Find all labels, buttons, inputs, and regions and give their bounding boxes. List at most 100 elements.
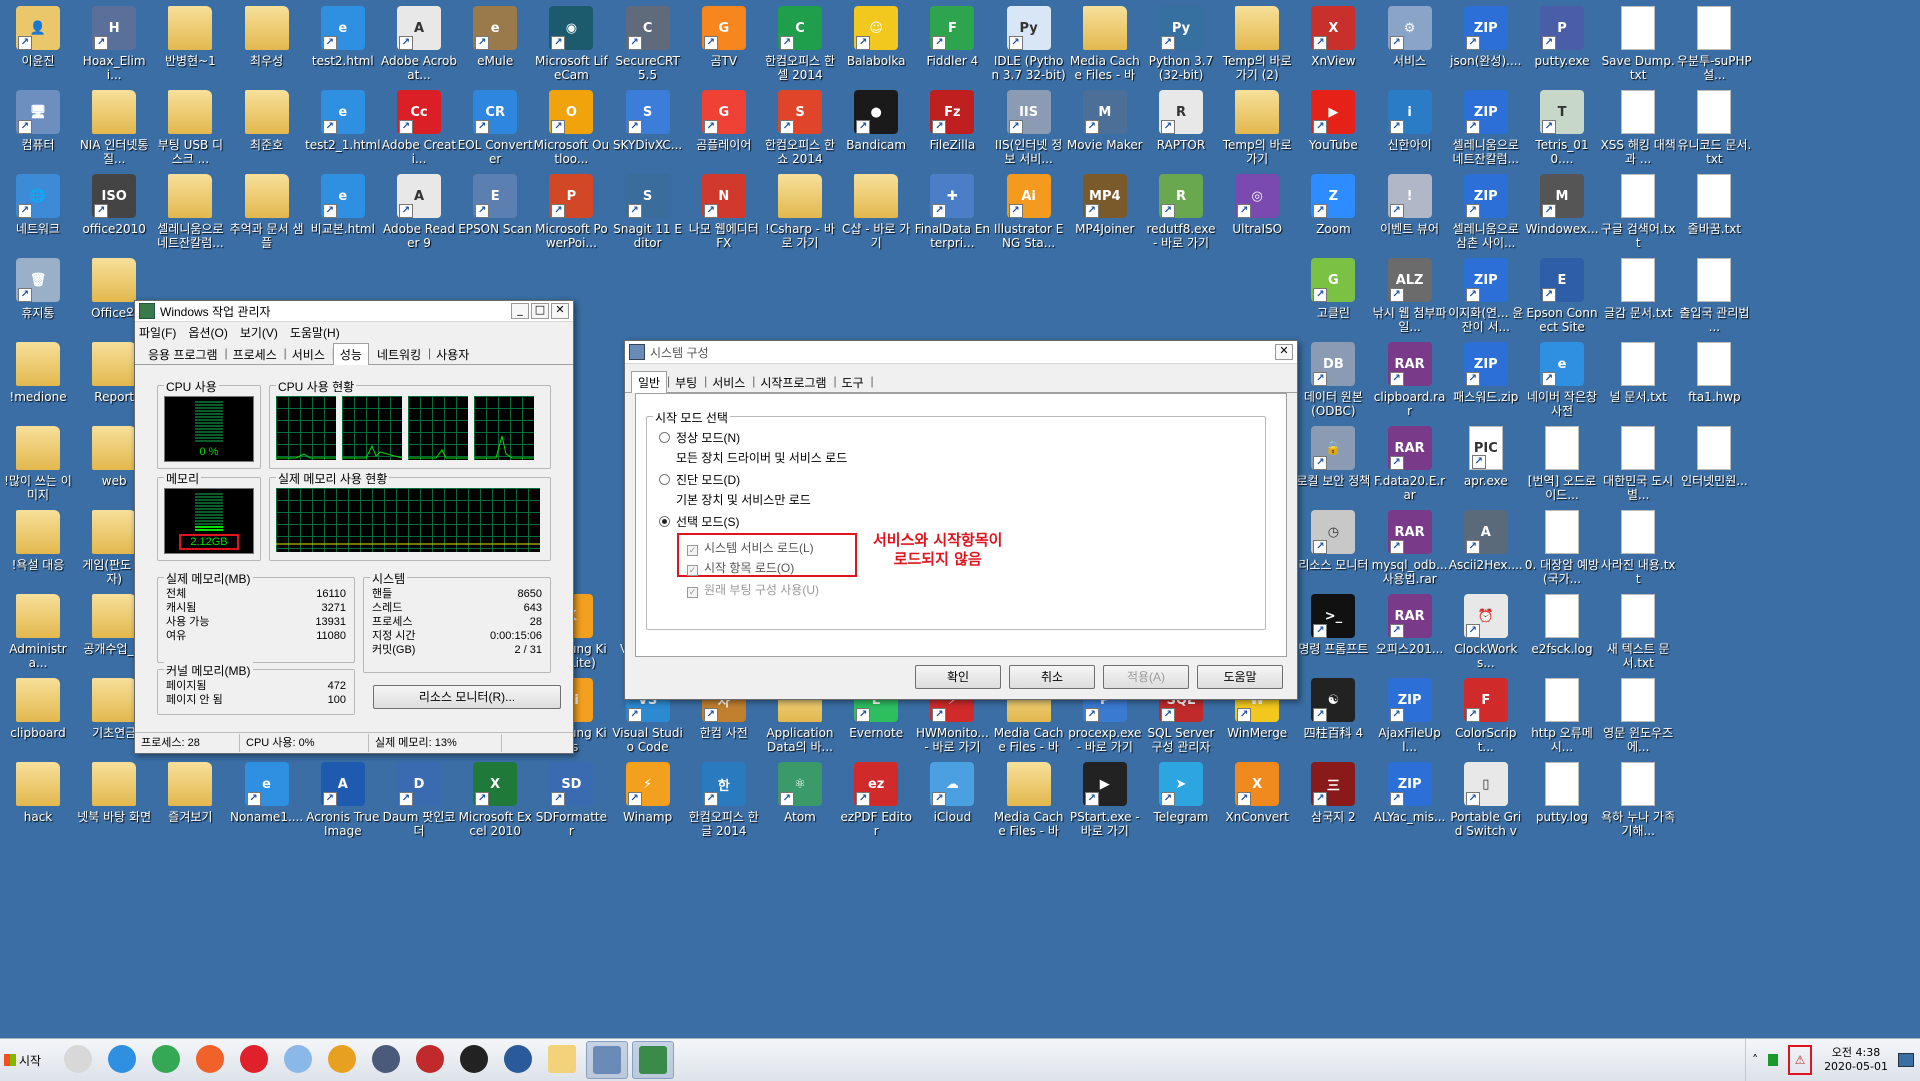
desktop-icon[interactable]: XSS 해킹 대책과 ...	[1600, 90, 1676, 166]
desktop-icon[interactable]: ◷ 리소스 모니터	[1295, 510, 1371, 586]
desktop-icon[interactable]: Media Cache Files - 바로...	[991, 762, 1067, 838]
checkbox-icon[interactable]: ✓	[687, 565, 698, 576]
desktop-icon[interactable]: RAR 오피스201...	[1372, 594, 1448, 670]
desktop-icon[interactable]: 🔒 로컬 보안 정책	[1295, 426, 1371, 502]
taskbar-item[interactable]	[190, 1041, 230, 1077]
desktop-icon[interactable]: Pputty.exe	[1524, 6, 1600, 82]
desktop-icon[interactable]: ◎ UltraISO	[1219, 174, 1295, 250]
desktop-icon[interactable]: e 네이버 작은창 사전	[1524, 342, 1600, 418]
desktop-icon[interactable]: O Microsoft Outloo...	[533, 90, 609, 166]
desktop-icon[interactable]: ⚛ Atom	[762, 762, 838, 838]
desktop-icon[interactable]: Administra...	[0, 594, 76, 670]
radio-normal[interactable]	[659, 432, 670, 443]
desktop-icon[interactable]: clipboard	[0, 678, 76, 754]
desktop-icon[interactable]: Ai Illustrator ENG Sta...	[991, 174, 1067, 250]
desktop-icon[interactable]: 널 문서.txt	[1600, 342, 1676, 418]
desktop-icon[interactable]: i 신한아이	[1372, 90, 1448, 166]
task-manager-titlebar[interactable]: Windows 작업 관리자 _ □ ✕	[135, 301, 573, 322]
desktop-icon[interactable]: 추억과 문서 샘플	[229, 174, 305, 250]
desktop-icon[interactable]: ● Bandicam	[838, 90, 914, 166]
desktop-icon[interactable]: PIC apr.exe	[1448, 426, 1524, 502]
taskbar-item[interactable]	[102, 1041, 142, 1077]
desktop-icon[interactable]: ZIP json(완성)....	[1448, 6, 1524, 82]
tab-users[interactable]: 사용자	[429, 343, 476, 365]
desktop-icon[interactable]: X Microsoft Excel 2010	[457, 762, 533, 838]
desktop-icon[interactable]: Z Zoom	[1295, 174, 1371, 250]
taskbar-item[interactable]	[58, 1041, 98, 1077]
taskbar-item[interactable]	[498, 1041, 538, 1077]
desktop-icon[interactable]: 구글 검색어.txt	[1600, 174, 1676, 250]
desktop-icon[interactable]: Fz FileZilla	[914, 90, 990, 166]
tray-network-icon[interactable]: ⚠	[1788, 1045, 1813, 1075]
taskbar-item[interactable]	[234, 1041, 274, 1077]
tab-networking[interactable]: 네트워킹	[370, 343, 431, 365]
desktop-icon[interactable]: N 나모 웹에디터 FX	[686, 174, 762, 250]
tab-applications[interactable]: 응용 프로그램	[141, 343, 227, 365]
desktop-icon[interactable]: NIA 인터넷통질...	[76, 90, 152, 166]
desktop-icon[interactable]: 유니코드 문서.txt	[1676, 90, 1752, 166]
tab-general[interactable]: 일반	[631, 371, 670, 393]
option-diagnostic[interactable]: 진단 모드(D) 기본 장치 및 서비스만 로드	[659, 471, 811, 508]
desktop-icon[interactable]: C 한컴오피스 한셀 2014	[762, 6, 838, 82]
desktop-icon[interactable]: !medione	[0, 342, 76, 418]
desktop-icon[interactable]: 三 삼국지 2	[1295, 762, 1371, 838]
resource-monitor-button[interactable]: 리소스 모니터(R)...	[373, 685, 561, 709]
desktop-icon[interactable]: RAR F.data20.E.rar	[1372, 426, 1448, 502]
check-load-startup-items[interactable]: ✓ 시작 항목 로드(O)	[687, 559, 794, 576]
minimize-button[interactable]: _	[511, 303, 529, 319]
desktop-icon[interactable]: ! 이벤트 뷰어	[1372, 174, 1448, 250]
desktop-icon[interactable]: H Hoax_Elimi...	[76, 6, 152, 82]
desktop-icon[interactable]: putty.log	[1524, 762, 1600, 838]
desktop-icon[interactable]: ✚ FinalData Enterpri...	[914, 174, 990, 250]
apply-button[interactable]: 적용(A)	[1103, 665, 1189, 689]
desktop-icon[interactable]: Temp의 바로 가기	[1219, 90, 1295, 166]
desktop-icon[interactable]: A Adobe Acrobat...	[381, 6, 457, 82]
desktop-icon[interactable]: ⏰ ClockWorks...	[1448, 594, 1524, 670]
desktop-icon[interactable]: ALZ 낚시 웹 첨부파일...	[1372, 258, 1448, 334]
desktop-icon[interactable]: CR EOL Converter	[457, 90, 533, 166]
tab-boot[interactable]: 부팅	[668, 371, 707, 393]
desktop-icon[interactable]: ☁ iCloud	[914, 762, 990, 838]
desktop-icon[interactable]: e test2.html	[305, 6, 381, 82]
desktop-icon[interactable]: 반병현~1	[152, 6, 228, 82]
desktop-icon[interactable]: ZIP 패스워드.zip	[1448, 342, 1524, 418]
desktop-icon[interactable]: C SecureCRT 5.5	[610, 6, 686, 82]
desktop-icon[interactable]: ZIP ALYac_mis...	[1372, 762, 1448, 838]
desktop-icon[interactable]: G 고클린	[1295, 258, 1371, 334]
desktop-icon[interactable]: G 곰TV	[686, 6, 762, 82]
option-selective[interactable]: 선택 모드(S)	[659, 513, 740, 530]
desktop-icon[interactable]: Media Cache Files - 바로...	[1067, 6, 1143, 82]
desktop-icon[interactable]: ➤ Telegram	[1143, 762, 1219, 838]
tab-startup[interactable]: 시작프로그램	[753, 371, 837, 393]
desktop-icon[interactable]: ZIP 셀레니움으로 네트잔칼럼...	[1448, 90, 1524, 166]
close-button[interactable]: ✕	[1275, 344, 1293, 360]
tab-services[interactable]: 서비스	[285, 343, 335, 365]
desktop-icon[interactable]: 욕하 누나 가족 기해...	[1600, 762, 1676, 838]
taskbar-item[interactable]	[146, 1041, 186, 1077]
desktop-icon[interactable]: R RAPTOR	[1143, 90, 1219, 166]
desktop-icon[interactable]: RAR clipboard.rar	[1372, 342, 1448, 418]
desktop-icon[interactable]: ez ezPDF Editor	[838, 762, 914, 838]
desktop-icon[interactable]: 👤 이윤진	[0, 6, 76, 82]
desktop-icon[interactable]: ☺ Balabolka	[838, 6, 914, 82]
system-config-titlebar[interactable]: 시스템 구성 ✕	[625, 341, 1297, 364]
desktop-icon[interactable]: 우분투-suPHP 설...	[1676, 6, 1752, 82]
option-normal[interactable]: 정상 모드(N) 모든 장치 드라이버 및 서비스 로드	[659, 429, 847, 466]
desktop-icon[interactable]: 넷북 바탕 화면	[76, 762, 152, 838]
start-button[interactable]: 시작	[4, 1043, 52, 1077]
desktop-icon[interactable]: SD SDFormatter	[533, 762, 609, 838]
desktop-icon[interactable]: e eMule	[457, 6, 533, 82]
desktop-icon[interactable]: 인터넷민원...	[1676, 426, 1752, 502]
desktop-icon[interactable]: Temp의 바로 가기 (2)	[1219, 6, 1295, 82]
desktop-icon[interactable]: A Acronis True Image	[305, 762, 381, 838]
taskbar-item[interactable]	[454, 1041, 494, 1077]
desktop-icon[interactable]: ZIP AjaxFileUpl...	[1372, 678, 1448, 754]
desktop-icon[interactable]: Py Python 3.7 (32-bit)	[1143, 6, 1219, 82]
desktop-icon[interactable]: 부팅 USB 디스크 ...	[152, 90, 228, 166]
desktop-icon[interactable]: hack	[0, 762, 76, 838]
desktop-icon[interactable]: A Ascii2Hex....	[1448, 510, 1524, 586]
desktop-icon[interactable]: X XnConvert	[1219, 762, 1295, 838]
desktop-icon[interactable]: T Tetris_010....	[1524, 90, 1600, 166]
task-manager-window[interactable]: Windows 작업 관리자 _ □ ✕ 파일(F) 옵션(O) 보기(V) 도…	[134, 300, 574, 754]
desktop-icon[interactable]: MP4 MP4Joiner	[1067, 174, 1143, 250]
